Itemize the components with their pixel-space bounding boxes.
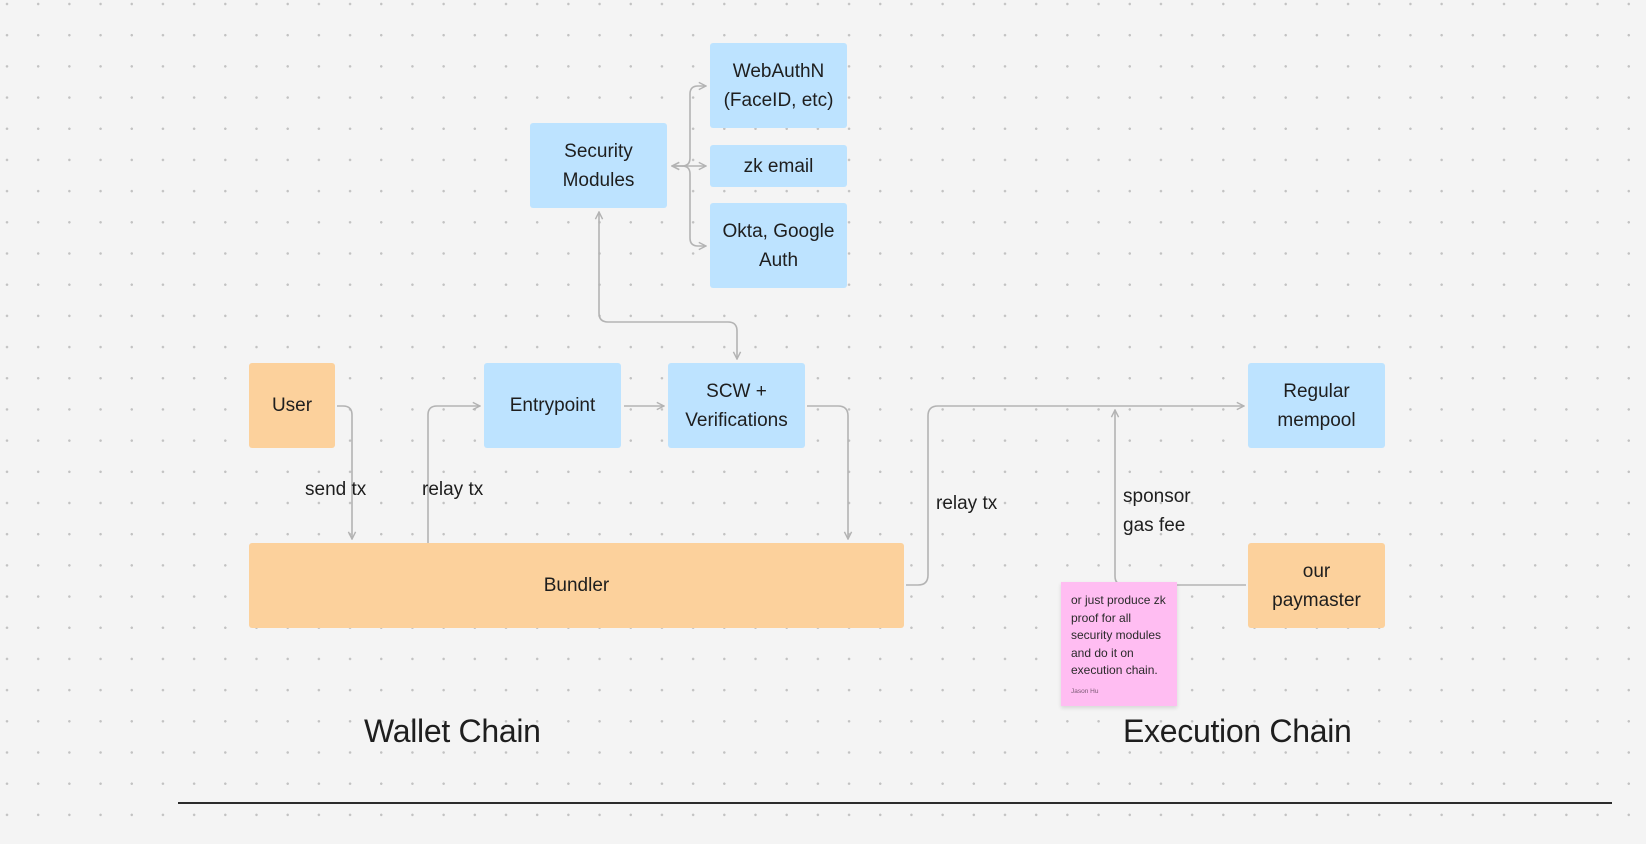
node-okta-google-auth[interactable]: Okta, Google Auth [710, 203, 847, 288]
section-title-execution-chain: Execution Chain [1123, 713, 1352, 749]
edge-security-okta[interactable] [672, 166, 706, 246]
node-bundler[interactable]: Bundler [249, 543, 904, 628]
edge-label-send-tx: send tx [305, 479, 367, 500]
diagram-canvas[interactable]: WebAuthN (FaceID, etc) zk email Okta, Go… [0, 0, 1646, 844]
node-webauthn[interactable]: WebAuthN (FaceID, etc) [710, 43, 847, 128]
edge-user-bundler[interactable] [337, 405, 352, 539]
divider-line [178, 802, 1612, 804]
node-security-modules[interactable]: Security Modules [530, 123, 667, 208]
edge-label-relay-tx: relay tx [422, 479, 484, 500]
sticky-note[interactable]: or just produce zk proof for all securit… [1061, 582, 1177, 706]
section-title-wallet-chain: Wallet Chain [364, 713, 541, 749]
sticky-note-author: Jason Hu [1071, 687, 1099, 695]
node-scw-verifications[interactable]: SCW + Verifications [668, 363, 805, 448]
node-entrypoint[interactable]: Entrypoint [484, 363, 621, 448]
node-our-paymaster[interactable]: our paymaster [1248, 543, 1385, 628]
edge-label-relay-tx-execution: relay tx [936, 493, 998, 514]
edge-scw-bundler[interactable] [807, 405, 848, 539]
sticky-note-text: or just produce zk proof for all securit… [1071, 593, 1166, 677]
edge-security-webauthn[interactable] [672, 86, 706, 166]
node-regular-mempool[interactable]: Regular mempool [1248, 363, 1385, 448]
node-zk-email[interactable]: zk email [710, 145, 847, 187]
node-user[interactable]: User [249, 363, 335, 448]
edge-label-sponsor-gas-fee: sponsor gas fee [1123, 486, 1191, 536]
